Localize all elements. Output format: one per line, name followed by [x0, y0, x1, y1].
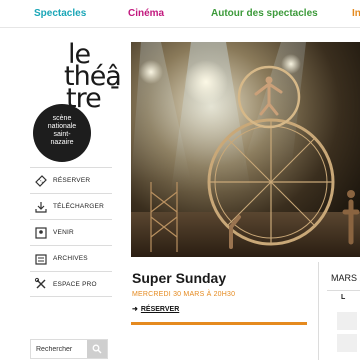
logo-badge: scène nationale saint- nazaire: [33, 104, 91, 162]
menu-item-archives[interactable]: ARCHIVES: [30, 245, 112, 271]
calendar-widget: MARS 2 L: [318, 262, 360, 360]
hero-circus-photo: [131, 42, 360, 257]
event-book-label: RÉSERVER: [140, 305, 180, 313]
calendar-day-cell[interactable]: [337, 334, 357, 352]
nav-spectacles[interactable]: Spectacles: [34, 8, 86, 19]
menu-item-label: VENIR: [53, 229, 74, 236]
logo-badge-line: nazaire: [50, 139, 74, 146]
search-button[interactable]: [87, 340, 107, 358]
nav-cinema[interactable]: Cinéma: [128, 8, 164, 19]
calendar-divider: [327, 290, 360, 291]
hero-image[interactable]: [131, 42, 360, 257]
event-date: MERCREDI 30 MARS À 20H30: [132, 291, 236, 298]
archive-icon: [32, 250, 50, 268]
calendar-month: MARS 2: [331, 273, 360, 283]
logo-badge-line: scène: [52, 115, 72, 122]
ticket-icon: [32, 172, 50, 190]
tools-icon: [32, 275, 50, 293]
side-menu: RÉSERVER TÉLÉCHARGER VENIR ARCHIVES ESPA…: [30, 167, 112, 297]
menu-item-venir[interactable]: VENIR: [30, 219, 112, 245]
calendar-day-cell[interactable]: [337, 312, 357, 330]
search-input[interactable]: [31, 340, 87, 358]
logo-dash: -: [110, 71, 120, 102]
menu-item-label: ARCHIVES: [53, 255, 88, 262]
event-book-link[interactable]: ➜ RÉSERVER: [132, 305, 180, 314]
map-pin-icon: [32, 224, 50, 242]
menu-item-label: TÉLÉCHARGER: [53, 203, 104, 210]
nav-divider: [0, 27, 360, 28]
logo-badge-line: nationale: [47, 123, 77, 130]
nav-item-partial[interactable]: In: [352, 8, 360, 19]
calendar-day-header: L: [341, 294, 346, 301]
top-navigation: Spectacles Cinéma Autour des spectacles …: [0, 0, 360, 28]
menu-item-label: RÉSERVER: [53, 177, 91, 184]
menu-item-espace-pro[interactable]: ESPACE PRO: [30, 271, 112, 297]
menu-item-label: ESPACE PRO: [53, 280, 97, 288]
search-box: [30, 339, 108, 359]
menu-item-telecharger[interactable]: TÉLÉCHARGER: [30, 193, 112, 219]
theatre-logo[interactable]: le théâ - tre scène nationale saint- naz…: [30, 41, 126, 167]
event-accent-bar: [131, 322, 307, 325]
download-icon: [32, 198, 50, 216]
logo-badge-line: saint-: [53, 131, 71, 138]
event-title[interactable]: Super Sunday: [132, 270, 226, 286]
search-icon: [92, 344, 102, 354]
chevron-right-icon: ➜: [132, 306, 138, 313]
menu-item-reserver[interactable]: RÉSERVER: [30, 167, 112, 193]
nav-autour-des-spectacles[interactable]: Autour des spectacles: [211, 8, 318, 19]
